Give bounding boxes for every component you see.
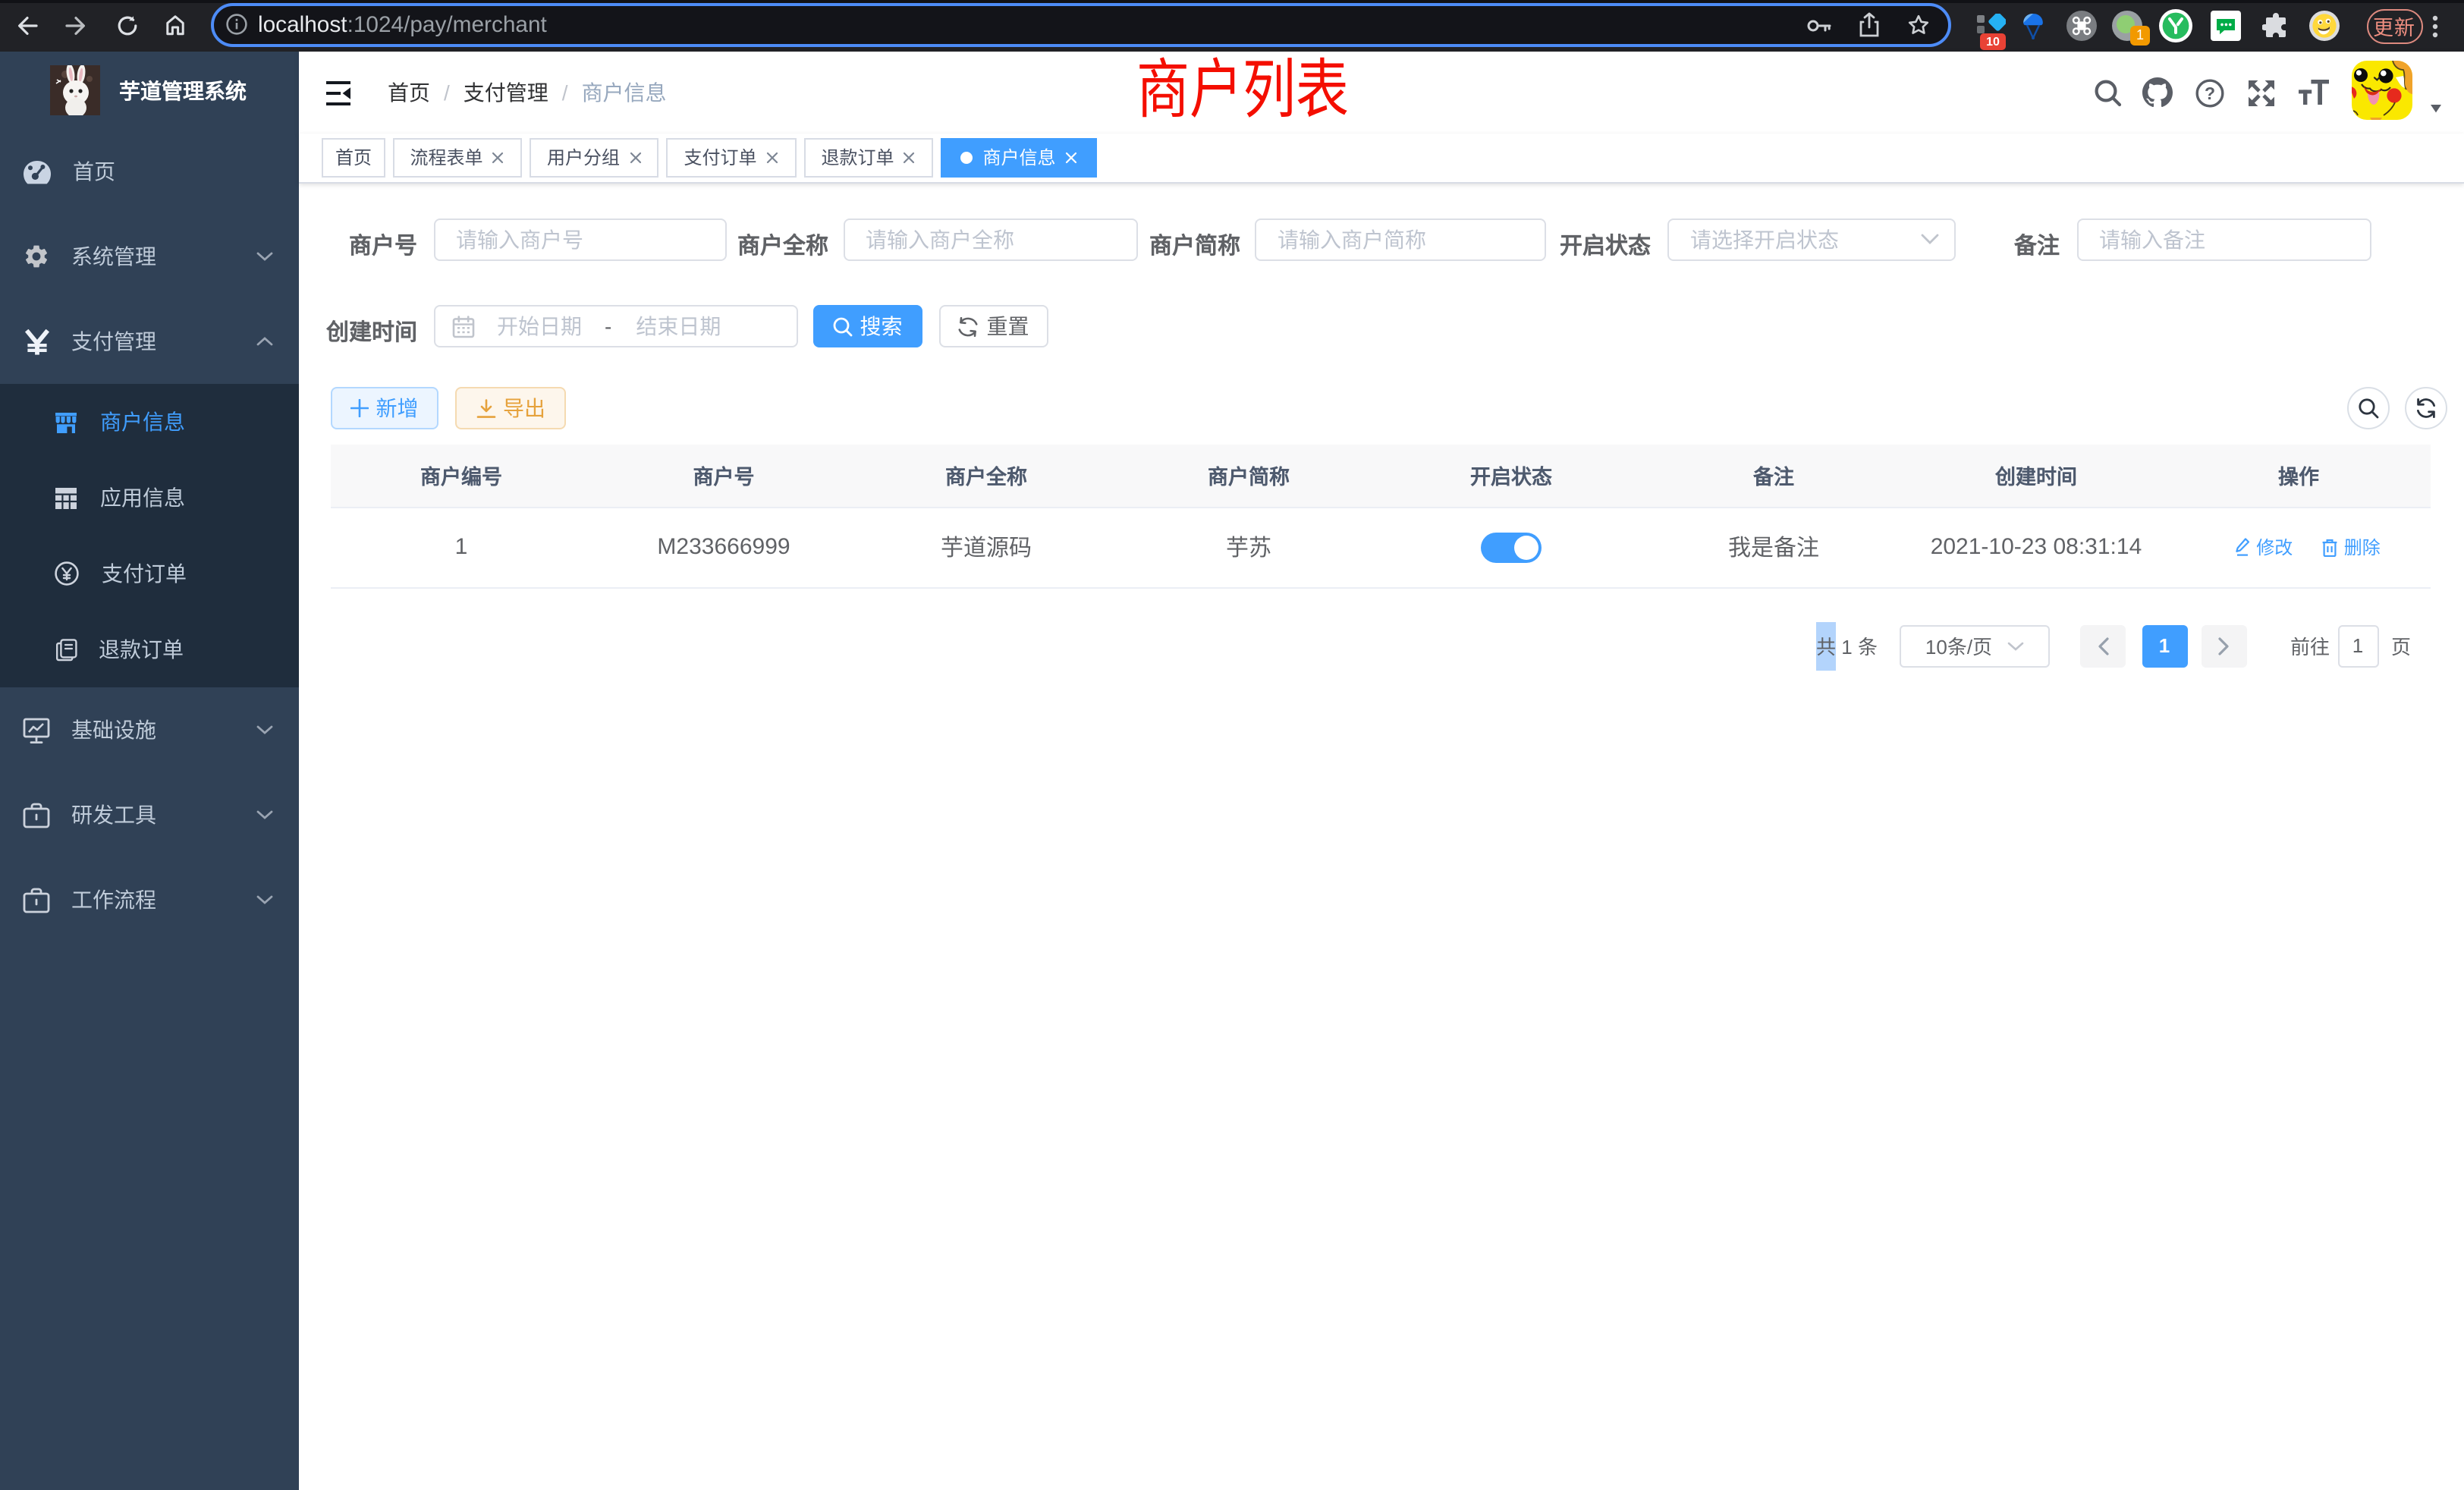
svg-text:?: ? [2205, 83, 2215, 102]
